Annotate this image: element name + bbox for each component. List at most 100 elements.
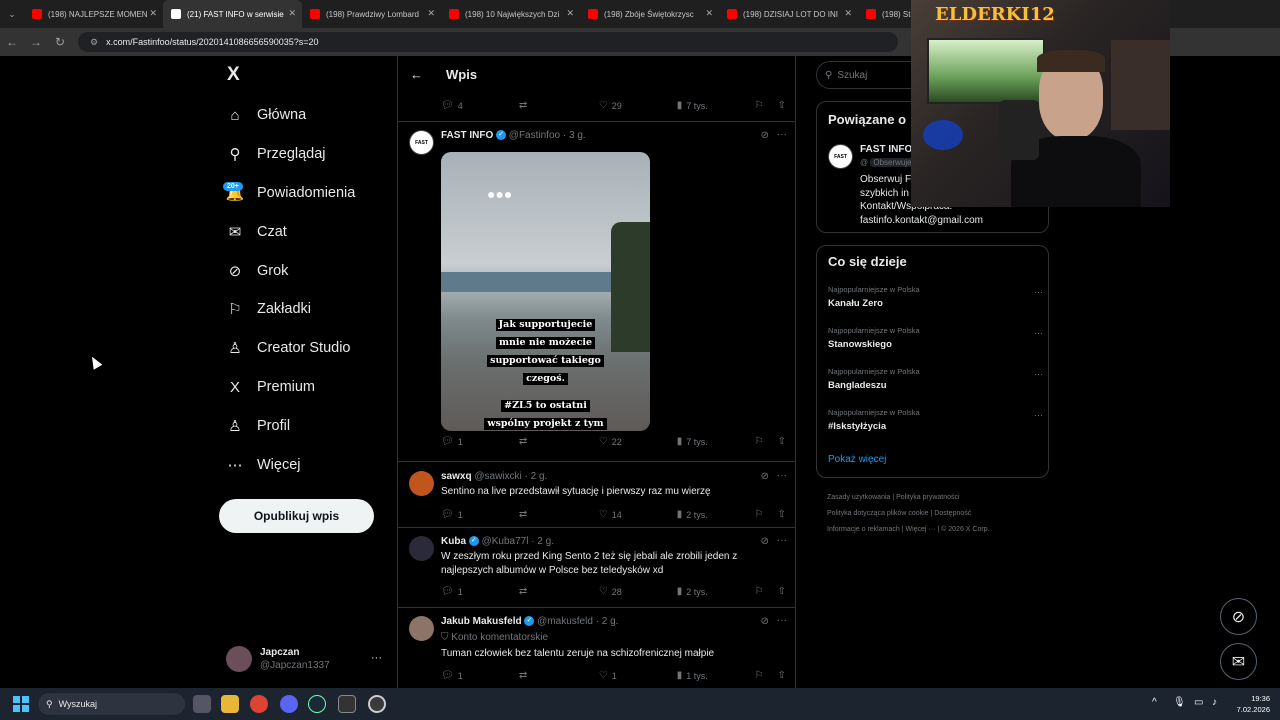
views-button[interactable]: ▮ 2 tys.	[677, 586, 755, 597]
grok-icon[interactable]: ⊘	[761, 536, 769, 547]
browser-tab[interactable]: (198) Zbóje Świętokrzysc ✕	[580, 0, 719, 28]
network-icon[interactable]: ▭	[1194, 697, 1203, 708]
trend-item[interactable]: Najpopularniejsze w Polska Stanowskiego ··…	[828, 326, 1043, 350]
nav-item-4[interactable]: ⊘ Grok	[226, 254, 289, 288]
bookmark-icon[interactable]: ⚐	[755, 100, 764, 111]
browser-tab[interactable]: (21) FAST INFO w serwisie ✕	[163, 0, 302, 28]
grok-icon[interactable]: ⊘	[761, 471, 769, 482]
site-info-icon[interactable]: ⚙	[90, 37, 98, 48]
close-tab-icon[interactable]: ✕	[288, 8, 296, 19]
bookmark-icon[interactable]: ⚐	[755, 670, 764, 681]
like-button[interactable]: ♡ 22	[599, 436, 677, 447]
reply-button[interactable]: 💬︎ 4	[441, 100, 519, 111]
url-field[interactable]: ⚙ x.com/Fastinfoo/status/202014108665659…	[78, 32, 898, 52]
forward-icon[interactable]: →	[24, 35, 48, 49]
repost-button[interactable]: ⇄	[519, 100, 599, 111]
close-tab-icon[interactable]: ✕	[566, 8, 574, 19]
nav-item-9[interactable]: ⋯ Więcej	[226, 448, 301, 482]
bookmark-icon[interactable]: ⚐	[755, 509, 764, 520]
account-switcher[interactable]: Japczan @Japczan1337 ···	[226, 645, 386, 673]
system-clock[interactable]: 19:36 7.02.2026	[1237, 693, 1270, 715]
trend-item[interactable]: Najpopularniejsze w Polska Kanału Zero ···	[828, 285, 1043, 309]
repost-button[interactable]: ⇄	[519, 586, 599, 597]
footer-link[interactable]: Dostępność	[934, 510, 971, 517]
trend-item[interactable]: Najpopularniejsze w Polska Bangladeszu ···	[828, 367, 1043, 391]
reply-button[interactable]: 💬︎ 1	[441, 509, 519, 520]
share-icon[interactable]: ⇧	[778, 100, 786, 111]
browser-tab[interactable]: (198) NAJLEPSZE MOMEN ✕	[24, 0, 163, 28]
nav-item-8[interactable]: ♙ Profil	[226, 409, 290, 443]
browser-tab[interactable]: (198) Prawdziwy Lombard ✕	[302, 0, 441, 28]
nav-item-3[interactable]: ✉ Czat	[226, 215, 287, 249]
close-tab-icon[interactable]: ✕	[705, 8, 713, 19]
steam-icon[interactable]	[308, 695, 326, 713]
reply-button[interactable]: 💬︎ 1	[441, 586, 519, 597]
more-icon[interactable]: ···	[777, 615, 787, 626]
avatar[interactable]	[409, 536, 434, 561]
tab-list-icon[interactable]: ⌄	[0, 9, 24, 20]
back-icon[interactable]: ←	[0, 35, 24, 49]
nav-item-1[interactable]: ⚲ Przeglądaj	[226, 137, 326, 171]
reload-icon[interactable]: ↻	[48, 35, 72, 49]
share-icon[interactable]: ⇧	[778, 436, 786, 447]
x-logo[interactable]: X	[227, 64, 240, 86]
discord-icon[interactable]	[280, 695, 298, 713]
microphone-icon[interactable]: 🎙︎	[1173, 697, 1186, 708]
grok-fab[interactable]: ⊘	[1220, 598, 1257, 635]
post-button[interactable]: Opublikuj wpis	[219, 499, 374, 533]
close-tab-icon[interactable]: ✕	[427, 8, 435, 19]
task-view-icon[interactable]	[193, 695, 211, 713]
bookmark-icon[interactable]: ⚐	[755, 436, 764, 447]
reply-button[interactable]: 💬︎ 1	[441, 436, 519, 447]
like-button[interactable]: ♡ 29	[599, 100, 677, 111]
browser-tab[interactable]: (198) 10 Największych Dzi ✕	[441, 0, 580, 28]
footer-link[interactable]: Więcej ···	[905, 526, 935, 533]
more-icon[interactable]: ···	[777, 535, 787, 546]
close-tab-icon[interactable]: ✕	[844, 8, 852, 19]
tweet-fast-info[interactable]: FAST FAST INFO ✓ @Fastinfoo · 3 g. ⊘ ···…	[398, 122, 795, 462]
app-icon[interactable]	[338, 695, 356, 713]
views-button[interactable]: ▮ 1 tys.	[677, 670, 755, 681]
footer-link[interactable]: Zasady użytkowania	[827, 494, 890, 501]
grok-icon[interactable]: ⊘	[761, 616, 769, 627]
avatar[interactable]	[409, 616, 434, 641]
taskbar-search[interactable]: ⚲ Wyszukaj	[38, 693, 185, 715]
close-tab-icon[interactable]: ✕	[149, 8, 157, 19]
views-button[interactable]: ▮ 7 tys.	[677, 436, 755, 447]
show-more-link[interactable]: Pokaż więcej	[828, 454, 886, 465]
footer-link[interactable]: Polityka dotycząca plików cookie	[827, 510, 929, 517]
more-icon[interactable]: ···	[1034, 369, 1043, 379]
back-arrow-icon[interactable]: ←	[410, 67, 423, 82]
share-icon[interactable]: ⇧	[778, 509, 786, 520]
more-icon[interactable]: ···	[1034, 328, 1043, 338]
like-button[interactable]: ♡ 1	[599, 670, 677, 681]
trend-item[interactable]: Najpopularniejsze w Polska #Iskstyłżycia ·…	[828, 408, 1043, 432]
reply-button[interactable]: 💬︎ 1	[441, 670, 519, 681]
views-button[interactable]: ▮ 2 tys.	[677, 509, 755, 520]
share-icon[interactable]: ⇧	[778, 586, 786, 597]
repost-button[interactable]: ⇄	[519, 436, 599, 447]
avatar[interactable]	[409, 471, 434, 496]
tray-chevron-icon[interactable]: ^	[1152, 697, 1157, 708]
like-button[interactable]: ♡ 14	[599, 509, 677, 520]
repost-button[interactable]: ⇄	[519, 670, 599, 681]
nav-item-7[interactable]: X Premium	[226, 370, 315, 404]
file-explorer-icon[interactable]	[221, 695, 239, 713]
footer-link[interactable]: Informacje o reklamach	[827, 526, 900, 533]
browser-tab[interactable]: (198) DZISIAJ LOT DO INI ✕	[719, 0, 858, 28]
messages-fab[interactable]: ✉	[1220, 643, 1257, 680]
more-icon[interactable]: ···	[777, 470, 787, 481]
avatar[interactable]: FAST	[409, 130, 434, 155]
share-icon[interactable]: ⇧	[778, 670, 786, 681]
more-icon[interactable]: ···	[777, 129, 787, 140]
tweet-jakub[interactable]: Jakub Makusfeld ✓ @makusfeld · 2 g. ⊘ ··…	[398, 608, 795, 688]
tweet-media-image[interactable]: ●●● Jak supportujecie mnie nie możecie sup…	[441, 152, 650, 431]
bookmark-icon[interactable]: ⚐	[755, 586, 764, 597]
nav-item-0[interactable]: ⌂ Główna	[226, 98, 306, 132]
related-name[interactable]: FAST INFO	[860, 144, 912, 155]
chrome-icon[interactable]	[250, 695, 268, 713]
avatar[interactable]: FAST	[828, 144, 853, 169]
windows-start-icon[interactable]	[13, 696, 29, 712]
account-more-icon[interactable]: ···	[371, 652, 382, 664]
like-button[interactable]: ♡ 28	[599, 586, 677, 597]
